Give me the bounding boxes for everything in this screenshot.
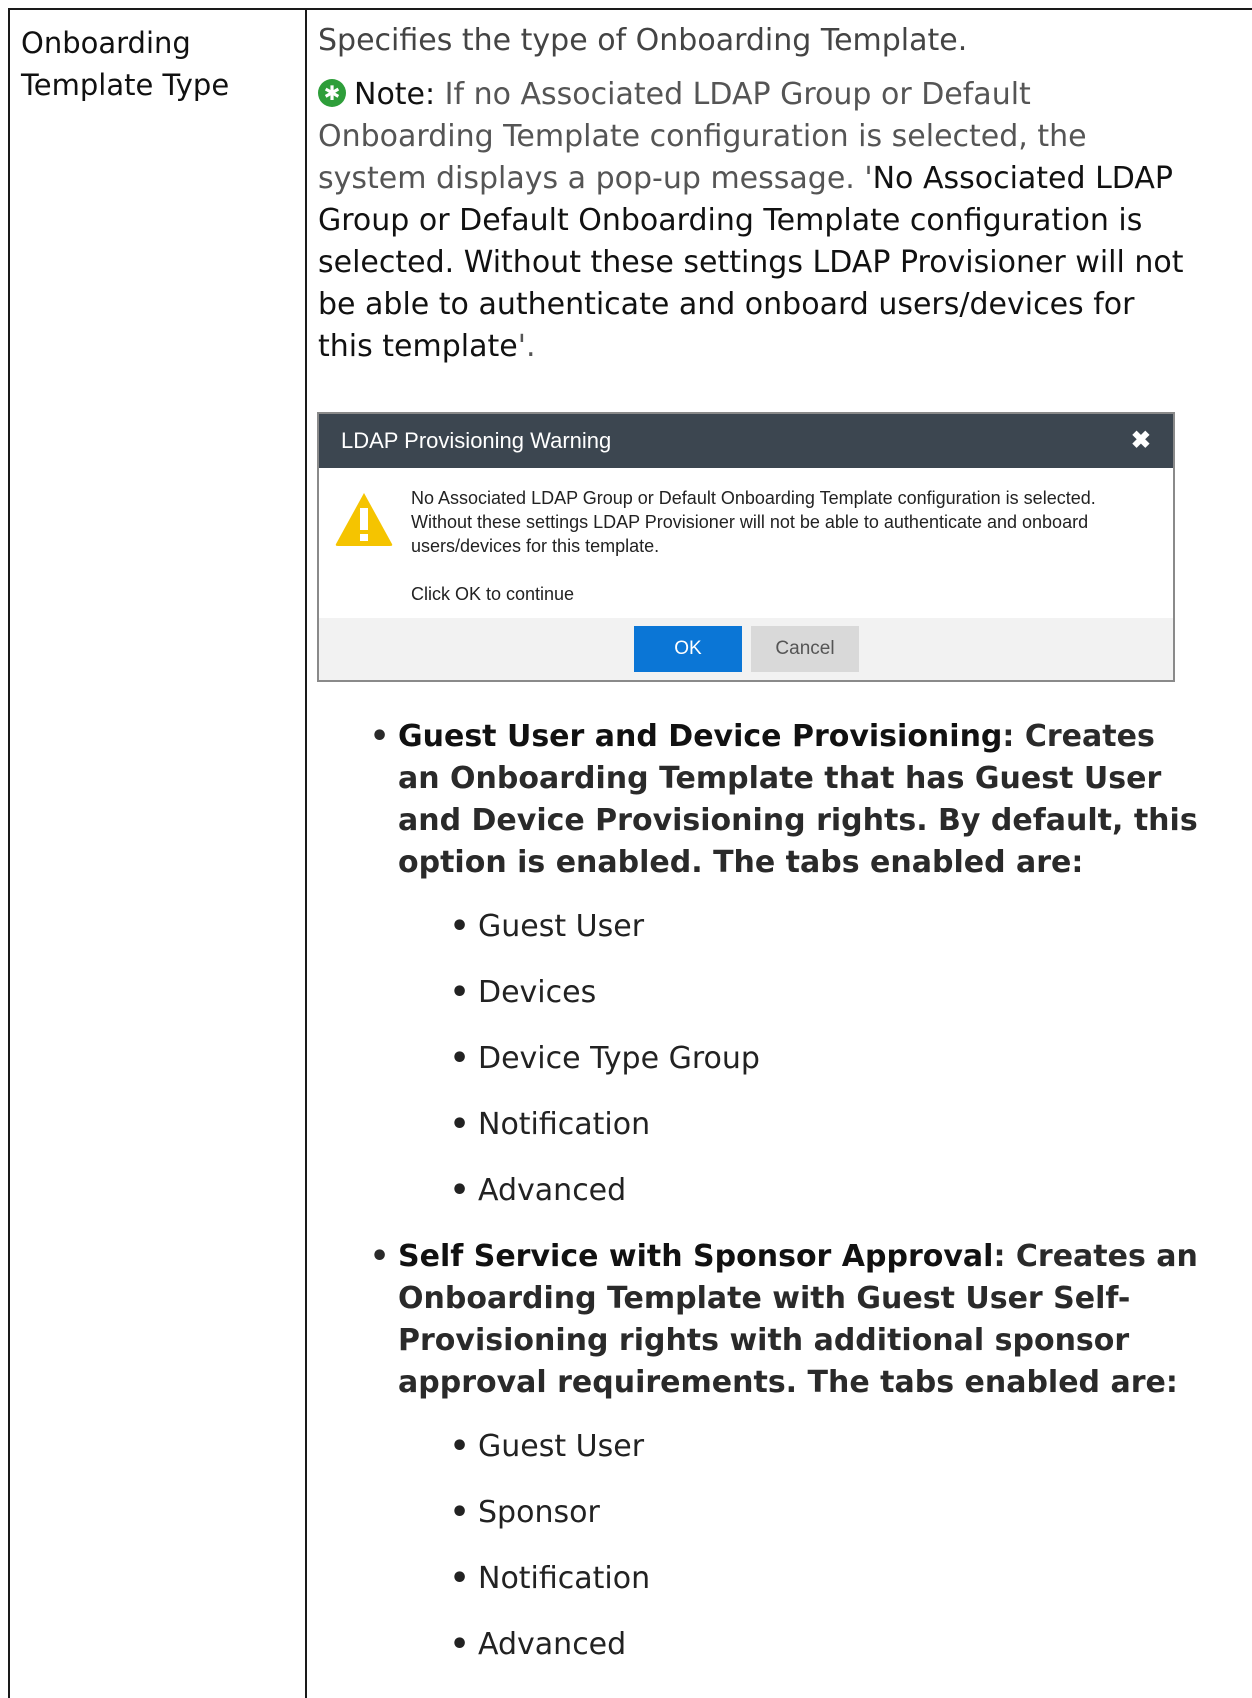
options-list: • Guest User and Device Provisioning: Cre… bbox=[370, 716, 1198, 1690]
warning-triangle-icon bbox=[335, 493, 393, 546]
bullet: • bbox=[450, 975, 470, 1010]
bullet: • bbox=[450, 1495, 470, 1530]
option-guest-user-device-provisioning: • Guest User and Device Provisioning: Cre… bbox=[370, 716, 1198, 884]
tab-label: Guest User bbox=[478, 1429, 645, 1464]
cancel-button[interactable]: Cancel bbox=[751, 626, 859, 672]
bullet: • bbox=[450, 1173, 470, 1208]
note-label: Note: bbox=[354, 77, 436, 112]
tab-item: • Advanced bbox=[450, 1624, 1198, 1690]
bullet: • bbox=[370, 719, 390, 754]
tab-item: • Notification bbox=[450, 1558, 1198, 1624]
tab-label: Advanced bbox=[478, 1173, 627, 1208]
bullet: • bbox=[450, 1627, 470, 1662]
intro-text: Specifies the type of Onboarding Templat… bbox=[318, 23, 968, 58]
ok-button[interactable]: OK bbox=[634, 626, 742, 672]
dialog-body: No Associated LDAP Group or Default Onbo… bbox=[319, 468, 1173, 618]
option-self-service-sponsor-approval: • Self Service with Sponsor Approval: Cre… bbox=[370, 1236, 1198, 1404]
description-cell: Specifies the type of Onboarding Templat… bbox=[318, 20, 1198, 368]
tab-item: • Guest User bbox=[450, 906, 1198, 972]
tab-item: • Devices bbox=[450, 972, 1198, 1038]
tab-item: • Sponsor bbox=[450, 1492, 1198, 1558]
tab-item: • Guest User bbox=[450, 1426, 1198, 1492]
bullet: • bbox=[450, 1041, 470, 1076]
note-end: '. bbox=[517, 329, 536, 364]
bullet: • bbox=[450, 1429, 470, 1464]
option-name: Self Service with Sponsor Approval bbox=[398, 1239, 994, 1274]
tab-label: Guest User bbox=[478, 909, 645, 944]
tab-label: Notification bbox=[478, 1561, 651, 1596]
dialog-message: No Associated LDAP Group or Default Onbo… bbox=[411, 488, 1096, 556]
dialog-footer: OK Cancel bbox=[319, 618, 1173, 680]
tab-label: Sponsor bbox=[478, 1495, 600, 1530]
option-name: Guest User and Device Provisioning bbox=[398, 719, 1003, 754]
tab-item: • Advanced bbox=[450, 1170, 1198, 1236]
bullet: • bbox=[450, 1561, 470, 1596]
note: ✱ Note: If no Associated LDAP Group or De… bbox=[318, 74, 1198, 368]
close-icon[interactable]: ✖ bbox=[1131, 426, 1151, 455]
tab-label: Device Type Group bbox=[478, 1041, 760, 1076]
note-star-icon: ✱ bbox=[318, 79, 346, 107]
tab-item: • Device Type Group bbox=[450, 1038, 1198, 1104]
tab-label: Devices bbox=[478, 975, 597, 1010]
dialog-title: LDAP Provisioning Warning bbox=[341, 428, 612, 453]
term-line: Onboarding bbox=[21, 26, 191, 60]
tab-label: Advanced bbox=[478, 1627, 627, 1662]
bullet: • bbox=[450, 909, 470, 944]
dialog-header: LDAP Provisioning Warning ✖ bbox=[319, 414, 1173, 468]
tab-item: • Notification bbox=[450, 1104, 1198, 1170]
bullet: • bbox=[370, 1239, 390, 1274]
dialog-continue-text: Click OK to continue bbox=[411, 584, 575, 604]
tab-label: Notification bbox=[478, 1107, 651, 1142]
column-divider bbox=[305, 8, 307, 1698]
term-line: Template Type bbox=[21, 68, 230, 102]
bullet: • bbox=[450, 1107, 470, 1142]
ldap-warning-dialog: LDAP Provisioning Warning ✖ No Associate… bbox=[317, 412, 1175, 682]
term-cell: Onboarding Template Type bbox=[21, 22, 229, 106]
